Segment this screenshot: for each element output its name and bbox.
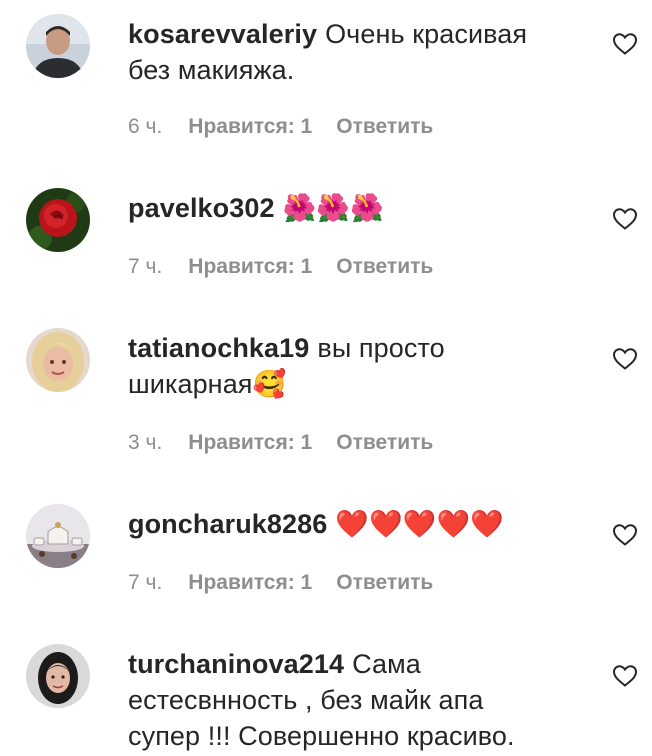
heart-outline-icon[interactable] (612, 523, 638, 547)
comment-meta: 7 ч. Нравится: 1 Ответить (128, 255, 433, 279)
heart-outline-icon[interactable] (612, 32, 638, 56)
comment-body: tatianochka19 вы просто шикарная🥰 (128, 330, 598, 402)
man-portrait-avatar[interactable] (26, 14, 90, 78)
reply-button[interactable]: Ответить (336, 431, 433, 454)
comment-text-cont: супер !!! Совершенно красиво. (128, 721, 515, 751)
woman-blonde-avatar[interactable] (26, 328, 90, 392)
comment-likes[interactable]: Нравится: 1 (188, 571, 312, 594)
comment-text: Сама (352, 649, 421, 679)
comment-time: 3 ч. (128, 431, 163, 454)
comment-meta: 3 ч. Нравится: 1 Ответить (128, 431, 433, 455)
comment-body: turchaninova214 Сама естесвнность , без м… (128, 646, 598, 754)
comment-likes[interactable]: Нравится: 1 (188, 255, 312, 278)
comment-text-cont: естесвнность , без майк апа (128, 685, 484, 715)
tea-set-avatar[interactable] (26, 504, 90, 568)
reply-button[interactable]: Ответить (336, 115, 433, 138)
comment-text: 🌺🌺🌺 (282, 193, 384, 223)
comment-body: pavelko302 🌺🌺🌺 (128, 190, 598, 226)
comment-likes[interactable]: Нравится: 1 (188, 431, 312, 454)
comment-text-cont: без макияжа. (128, 55, 295, 85)
comment-meta: 6 ч. Нравится: 1 Ответить (128, 115, 433, 139)
comment-username[interactable]: turchaninova214 (128, 649, 344, 679)
woman-dark-hair-avatar[interactable] (26, 644, 90, 708)
comment-body: goncharuk8286 ❤️❤️❤️❤️❤️ (128, 506, 598, 542)
comment-text: ❤️❤️❤️❤️❤️ (335, 509, 504, 539)
red-rose-avatar[interactable] (26, 188, 90, 252)
heart-outline-icon[interactable] (612, 347, 638, 371)
reply-button[interactable]: Ответить (336, 571, 433, 594)
comment-body: kosarevvaleriy Очень красивая без макияжа… (128, 16, 598, 88)
comment-text: Очень красивая (325, 19, 528, 49)
comment-username[interactable]: tatianochka19 (128, 333, 309, 363)
comment-time: 6 ч. (128, 115, 163, 138)
heart-outline-icon[interactable] (612, 664, 638, 688)
comment-username[interactable]: goncharuk8286 (128, 509, 327, 539)
comment-time: 7 ч. (128, 255, 163, 278)
comment-meta: 7 ч. Нравится: 1 Ответить (128, 571, 433, 595)
comment-text: вы просто (317, 333, 445, 363)
comment-time: 7 ч. (128, 571, 163, 594)
comment-username[interactable]: pavelko302 (128, 193, 275, 223)
comment-text-cont: шикарная🥰 (128, 369, 287, 399)
comment-likes[interactable]: Нравится: 1 (188, 115, 312, 138)
reply-button[interactable]: Ответить (336, 255, 433, 278)
heart-outline-icon[interactable] (612, 207, 638, 231)
comment-username[interactable]: kosarevvaleriy (128, 19, 317, 49)
